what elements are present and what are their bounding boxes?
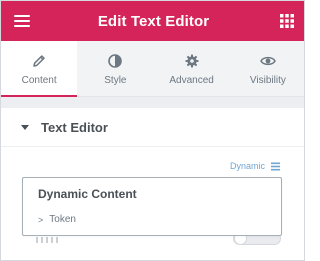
dynamic-button[interactable]: Dynamic xyxy=(230,161,280,171)
tab-visibility[interactable]: Visibility xyxy=(230,41,304,97)
pencil-icon xyxy=(33,55,45,67)
popover-title: Dynamic Content xyxy=(38,187,137,201)
panel-title: Edit Text Editor xyxy=(97,12,210,30)
half-circle-icon xyxy=(108,54,123,68)
hidden-control-label xyxy=(36,237,58,243)
caret-down-icon xyxy=(21,124,29,130)
tab-style[interactable]: Style xyxy=(77,41,153,97)
stack-icon xyxy=(271,162,280,170)
tab-style-label: Style xyxy=(104,75,127,86)
tab-advanced-label: Advanced xyxy=(169,75,214,86)
popover-item-token[interactable]: > Token xyxy=(38,214,76,225)
tab-content-label: Content xyxy=(21,75,57,86)
dynamic-label: Dynamic xyxy=(229,161,265,171)
tab-bar: Content Style Advanced Visibility xyxy=(1,41,304,98)
editor-panel: Edit Text Editor Content Style Advanced … xyxy=(0,0,305,261)
popover-item-label: Token xyxy=(49,214,76,225)
gear-icon xyxy=(185,54,199,68)
panel-gap xyxy=(1,97,304,108)
tab-content[interactable]: Content xyxy=(1,41,78,98)
panel-header: Edit Text Editor xyxy=(1,1,304,41)
tab-advanced[interactable]: Advanced xyxy=(154,41,230,97)
eye-icon xyxy=(260,56,276,66)
section-title: Text Editor xyxy=(41,119,108,135)
tab-visibility-label: Visibility xyxy=(249,75,286,86)
grid-icon[interactable] xyxy=(280,14,294,28)
hamburger-icon[interactable] xyxy=(14,15,30,27)
dynamic-content-popover: Dynamic Content > Token xyxy=(22,177,282,236)
section-text-editor[interactable]: Text Editor xyxy=(1,108,304,147)
chevron-right-icon: > xyxy=(38,214,44,225)
